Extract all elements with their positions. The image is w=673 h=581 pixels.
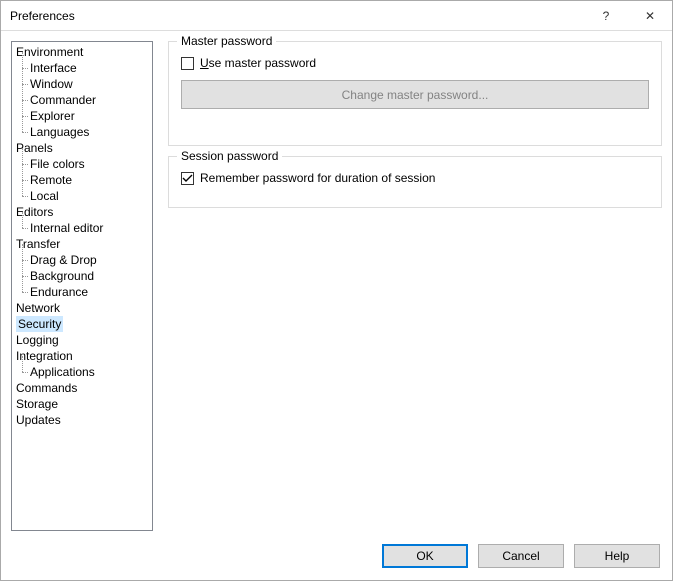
- tree-network[interactable]: Network: [12, 300, 152, 316]
- titlebar: Preferences ? ✕: [1, 1, 672, 31]
- help-button-footer[interactable]: Help: [574, 544, 660, 568]
- master-password-legend: Master password: [177, 34, 276, 48]
- session-password-legend: Session password: [177, 149, 282, 163]
- master-password-group: Master password Use master password Chan…: [168, 41, 662, 146]
- tree-storage[interactable]: Storage: [12, 396, 152, 412]
- settings-panel: Master password Use master password Chan…: [153, 41, 662, 527]
- tree-editors[interactable]: Editors: [12, 204, 152, 220]
- close-button[interactable]: ✕: [628, 1, 672, 31]
- change-master-password-button: Change master password...: [181, 80, 649, 109]
- tree-integration[interactable]: Integration: [12, 348, 152, 364]
- window-title: Preferences: [10, 9, 584, 23]
- tree-commands[interactable]: Commands: [12, 380, 152, 396]
- tree-explorer[interactable]: Explorer: [12, 108, 152, 124]
- content-area: Environment Interface Window Commander E…: [1, 31, 672, 533]
- tree-endurance[interactable]: Endurance: [12, 284, 152, 300]
- tree-languages[interactable]: Languages: [12, 124, 152, 140]
- tree-background[interactable]: Background: [12, 268, 152, 284]
- tree-file-colors[interactable]: File colors: [12, 156, 152, 172]
- tree-security[interactable]: Security: [12, 316, 152, 332]
- tree-panels[interactable]: Panels: [12, 140, 152, 156]
- help-button[interactable]: ?: [584, 1, 628, 31]
- tree-drag-drop[interactable]: Drag & Drop: [12, 252, 152, 268]
- use-master-password-row[interactable]: Use master password: [181, 56, 649, 70]
- tree-window[interactable]: Window: [12, 76, 152, 92]
- remember-password-row[interactable]: Remember password for duration of sessio…: [181, 171, 649, 185]
- session-password-group: Session password Remember password for d…: [168, 156, 662, 208]
- use-master-password-checkbox[interactable]: [181, 57, 194, 70]
- tree-transfer[interactable]: Transfer: [12, 236, 152, 252]
- dialog-buttons: OK Cancel Help: [382, 544, 660, 568]
- tree-interface[interactable]: Interface: [12, 60, 152, 76]
- tree-remote[interactable]: Remote: [12, 172, 152, 188]
- tree-applications[interactable]: Applications: [12, 364, 152, 380]
- remember-password-label: Remember password for duration of sessio…: [200, 171, 435, 185]
- use-master-password-label: Use master password: [200, 56, 316, 70]
- tree-environment[interactable]: Environment: [12, 44, 152, 60]
- tree-internal-editor[interactable]: Internal editor: [12, 220, 152, 236]
- tree-logging[interactable]: Logging: [12, 332, 152, 348]
- remember-password-checkbox[interactable]: [181, 172, 194, 185]
- ok-button[interactable]: OK: [382, 544, 468, 568]
- tree-local[interactable]: Local: [12, 188, 152, 204]
- tree-updates[interactable]: Updates: [12, 412, 152, 428]
- category-tree[interactable]: Environment Interface Window Commander E…: [11, 41, 153, 531]
- check-icon: [182, 173, 193, 184]
- tree-commander[interactable]: Commander: [12, 92, 152, 108]
- cancel-button[interactable]: Cancel: [478, 544, 564, 568]
